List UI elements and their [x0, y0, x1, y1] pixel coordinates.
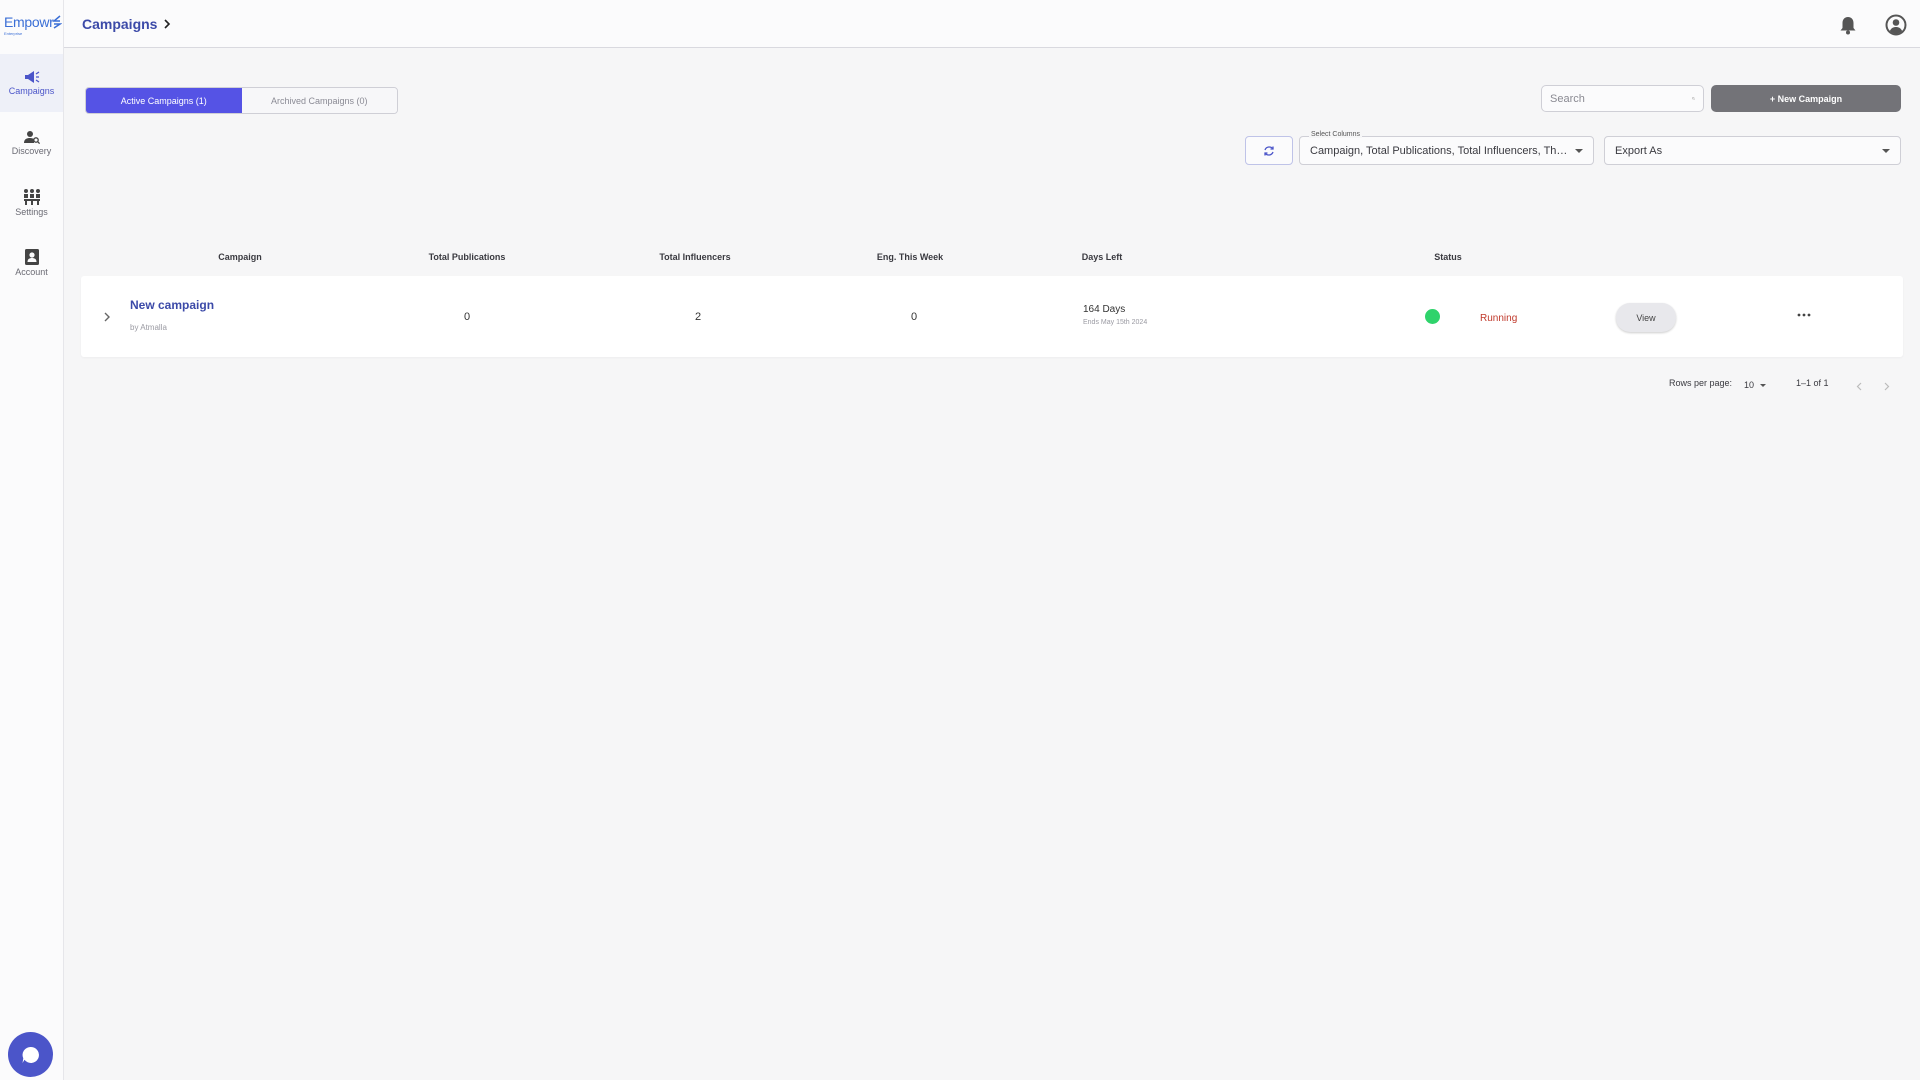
total-influencers-value: 2 — [694, 311, 702, 323]
export-as-dropdown[interactable]: Export As — [1604, 136, 1901, 165]
caret-down-icon — [1760, 383, 1767, 387]
column-header-status[interactable]: Status — [1434, 252, 1462, 262]
people-group-icon — [23, 189, 40, 205]
status-indicator — [1425, 309, 1440, 324]
view-button[interactable]: View — [1616, 303, 1676, 332]
chat-icon — [22, 1046, 39, 1063]
logo-mark-icon — [52, 15, 62, 29]
previous-page-icon[interactable] — [1856, 382, 1862, 391]
sidebar-item-settings[interactable]: Settings — [0, 174, 63, 232]
sidebar-item-label: Account — [15, 267, 48, 277]
profile-button[interactable] — [1885, 14, 1907, 36]
status-text: Running — [1480, 313, 1518, 324]
eng-this-week-value: 0 — [910, 311, 918, 323]
search-icon[interactable] — [1692, 93, 1695, 104]
select-columns-value: Campaign, Total Publications, Total Infl… — [1310, 144, 1569, 157]
select-columns-label: Select Columns — [1309, 131, 1363, 138]
export-as-value: Export As — [1615, 144, 1663, 157]
expand-row-icon[interactable] — [103, 312, 111, 322]
chat-button[interactable] — [8, 1032, 53, 1077]
sidebar-item-label: Settings — [15, 207, 48, 217]
app-root: Empowr Enterprise Campaigns Discovery Se… — [0, 0, 1920, 1080]
search-input[interactable] — [1550, 92, 1692, 105]
user-search-icon — [23, 131, 40, 144]
logo-wordmark: Empowr — [4, 14, 54, 30]
sidebar-item-account[interactable]: Account — [0, 234, 63, 292]
megaphone-icon — [24, 71, 39, 83]
total-publications-value: 0 — [463, 311, 471, 323]
pagination-range: 1–1 of 1 — [1796, 378, 1829, 388]
caret-down-icon — [1882, 148, 1890, 153]
rows-per-page-value: 10 — [1744, 380, 1755, 390]
logo-tagline: Enterprise — [4, 31, 23, 36]
caret-down-icon — [1575, 148, 1583, 153]
column-header-eng-this-week[interactable]: Eng. This Week — [877, 252, 943, 262]
rows-per-page-label: Rows per page: — [1669, 378, 1733, 388]
campaign-name-link[interactable]: New campaign — [130, 298, 214, 312]
tab-active-campaigns[interactable]: Active Campaigns (1) — [86, 88, 242, 113]
new-campaign-button[interactable]: + New Campaign — [1711, 85, 1901, 112]
campaign-tabs: Active Campaigns (1) Archived Campaigns … — [85, 87, 398, 114]
breadcrumb-campaigns[interactable]: Campaigns — [82, 16, 157, 32]
sidebar-item-campaigns[interactable]: Campaigns — [0, 54, 63, 112]
search-box — [1541, 85, 1704, 112]
more-options-icon[interactable] — [1797, 313, 1811, 317]
column-header-days-left[interactable]: Days Left — [1082, 252, 1123, 262]
table-row: New campaign by Atmalla 0 2 0 164 Days E… — [81, 276, 1903, 357]
refresh-icon — [1264, 145, 1274, 156]
sidebar: Empowr Enterprise Campaigns Discovery Se… — [0, 0, 64, 1080]
bell-icon — [1840, 17, 1856, 35]
chevron-right-icon — [164, 19, 171, 29]
column-header-campaign[interactable]: Campaign — [218, 252, 262, 262]
account-card-icon — [24, 249, 39, 265]
days-left-value: 164 Days — [1083, 304, 1126, 315]
select-columns-dropdown[interactable]: Select Columns Campaign, Total Publicati… — [1299, 131, 1594, 165]
campaign-owner: by Atmalla — [130, 323, 167, 332]
tab-archived-campaigns[interactable]: Archived Campaigns (0) — [241, 88, 397, 113]
sidebar-item-label: Discovery — [11, 146, 52, 156]
column-header-total-publications[interactable]: Total Publications — [429, 252, 506, 262]
campaign-end-date: Ends May 15th 2024 — [1083, 319, 1148, 326]
next-page-icon[interactable] — [1884, 382, 1890, 391]
notifications-button[interactable] — [1837, 14, 1859, 36]
top-bar: Campaigns — [64, 0, 1920, 48]
column-header-total-influencers[interactable]: Total Influencers — [659, 252, 730, 262]
sidebar-item-label: Campaigns — [8, 86, 55, 96]
sidebar-item-discovery[interactable]: Discovery — [0, 114, 63, 172]
account-circle-icon — [1885, 14, 1907, 36]
breadcrumb[interactable]: Campaigns — [82, 16, 171, 32]
refresh-button[interactable] — [1245, 136, 1293, 165]
rows-per-page-select[interactable]: 10 — [1744, 380, 1767, 390]
logo[interactable]: Empowr Enterprise — [4, 14, 62, 40]
